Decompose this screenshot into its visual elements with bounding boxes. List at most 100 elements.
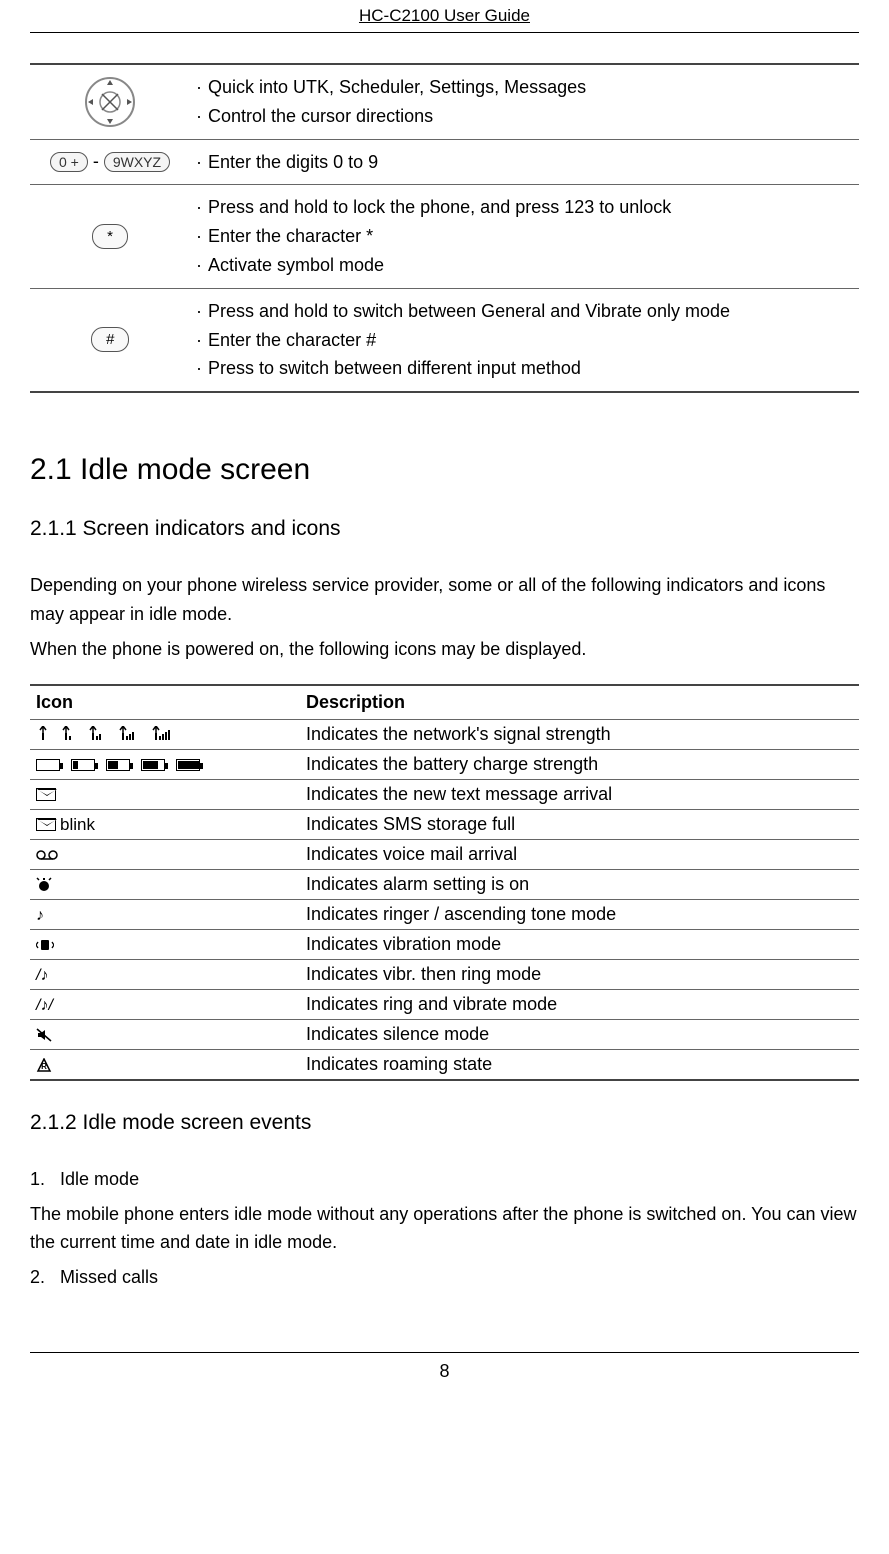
icon-desc: Indicates ringer / ascending tone mode: [300, 899, 859, 929]
section-heading: 2.1 Idle mode screen: [30, 453, 859, 487]
battery-icon-0: [36, 759, 60, 771]
battery-icon-1: [71, 759, 95, 771]
table-row: Indicates vibration mode: [30, 929, 859, 959]
page-header: HC-C2100 User Guide: [30, 0, 859, 33]
alarm-icon-cell: [30, 869, 300, 899]
envelope-icon: [36, 788, 56, 801]
key-desc-line: Press to switch between different input …: [208, 358, 581, 378]
table-row: ♪ Indicates ringer / ascending tone mode: [30, 899, 859, 929]
silence-icon-cell: [30, 1019, 300, 1049]
table-row: /♪ Indicates vibr. then ring mode: [30, 959, 859, 989]
key-desc: ·Quick into UTK, Scheduler, Settings, Me…: [190, 64, 859, 139]
table-row: blink Indicates SMS storage full: [30, 809, 859, 839]
body-paragraph: Depending on your phone wireless service…: [30, 571, 859, 629]
key-desc-line: Activate symbol mode: [208, 255, 384, 275]
key-desc: ·Press and hold to lock the phone, and p…: [190, 185, 859, 288]
vibr-then-ring-icon-cell: /♪: [30, 959, 300, 989]
subsection-heading: 2.1.2 Idle mode screen events: [30, 1111, 859, 1135]
table-row: 0 + - 9WXYZ ·Enter the digits 0 to 9: [30, 139, 859, 185]
battery-icon-2: [106, 759, 130, 771]
table-row: Indicates silence mode: [30, 1019, 859, 1049]
table-row: Indicates voice mail arrival: [30, 839, 859, 869]
key-desc: ·Press and hold to switch between Genera…: [190, 288, 859, 392]
ringer-icon-cell: ♪: [30, 899, 300, 929]
icon-desc: Indicates voice mail arrival: [300, 839, 859, 869]
music-note-icon: ♪: [36, 907, 44, 925]
nine-key-icon: 9WXYZ: [104, 152, 170, 172]
hash-key-icon: #: [91, 327, 129, 352]
list-number: 2.: [30, 1267, 45, 1287]
dash-separator: -: [93, 151, 99, 171]
icon-description-table: Icon Description Indicates the network's…: [30, 684, 859, 1081]
icon-desc: Indicates alarm setting is on: [300, 869, 859, 899]
icon-desc: Indicates silence mode: [300, 1019, 859, 1049]
key-desc-line: Press and hold to lock the phone, and pr…: [208, 197, 671, 217]
star-key-icon: *: [92, 224, 128, 249]
table-row: R Indicates roaming state: [30, 1049, 859, 1080]
icon-desc: Indicates the network's signal strength: [300, 719, 859, 749]
sms-full-icon-cell: blink: [30, 809, 300, 839]
battery-icon-4: [176, 759, 200, 771]
key-cell-star: *: [30, 185, 190, 288]
ring-and-vibrate-icon-cell: /♪/: [30, 989, 300, 1019]
envelope-icon: [36, 818, 56, 831]
signal-icon-2: [88, 724, 107, 745]
battery-icon-cell: [30, 749, 300, 779]
signal-icon-0: [36, 724, 50, 745]
table-row: /♪/ Indicates ring and vibrate mode: [30, 989, 859, 1019]
list-item: 2. Missed calls: [30, 1263, 859, 1292]
list-title: Missed calls: [60, 1267, 158, 1287]
signal-icon-3: [118, 724, 140, 745]
icon-desc: Indicates SMS storage full: [300, 809, 859, 839]
icon-desc: Indicates the new text message arrival: [300, 779, 859, 809]
list-title: Idle mode: [60, 1169, 139, 1189]
signal-icon-cell: [30, 719, 300, 749]
icon-desc: Indicates roaming state: [300, 1049, 859, 1080]
body-paragraph: When the phone is powered on, the follow…: [30, 635, 859, 664]
icon-desc: Indicates vibr. then ring mode: [300, 959, 859, 989]
dpad-icon: [82, 91, 138, 111]
blink-label: blink: [60, 815, 95, 834]
signal-icon-4: [151, 724, 176, 745]
list-item: 1. Idle mode: [30, 1165, 859, 1194]
key-desc-line: Enter the digits 0 to 9: [208, 152, 378, 172]
key-desc-line: Enter the character *: [208, 226, 373, 246]
key-desc-line: Enter the character #: [208, 330, 376, 350]
voicemail-icon: [36, 844, 58, 864]
silence-icon: [36, 1024, 52, 1044]
key-desc-line: Control the cursor directions: [208, 106, 433, 126]
voicemail-icon-cell: [30, 839, 300, 869]
vibration-icon: [36, 934, 54, 954]
table-row: # ·Press and hold to switch between Gene…: [30, 288, 859, 392]
icon-desc: Indicates the battery charge strength: [300, 749, 859, 779]
icon-desc: Indicates ring and vibrate mode: [300, 989, 859, 1019]
roaming-icon: R: [36, 1054, 52, 1074]
zero-key-icon: 0 +: [50, 152, 88, 172]
svg-text:R: R: [41, 1062, 47, 1071]
table-header-icon: Icon: [30, 685, 300, 720]
key-desc: ·Enter the digits 0 to 9: [190, 139, 859, 185]
key-cell-dpad: [30, 64, 190, 139]
body-paragraph: The mobile phone enters idle mode withou…: [30, 1200, 859, 1258]
table-row: ·Quick into UTK, Scheduler, Settings, Me…: [30, 64, 859, 139]
table-header-row: Icon Description: [30, 685, 859, 720]
table-row: Indicates the new text message arrival: [30, 779, 859, 809]
roaming-icon-cell: R: [30, 1049, 300, 1080]
page-number: 8: [30, 1352, 859, 1382]
key-cell-numbers: 0 + - 9WXYZ: [30, 139, 190, 185]
vibration-icon-cell: [30, 929, 300, 959]
key-desc-line: Press and hold to switch between General…: [208, 301, 730, 321]
icon-desc: Indicates vibration mode: [300, 929, 859, 959]
vibr-then-ring-icon: /♪: [36, 967, 48, 984]
ring-and-vibrate-icon: /♪/: [36, 997, 53, 1014]
table-header-desc: Description: [300, 685, 859, 720]
key-cell-hash: #: [30, 288, 190, 392]
table-row: Indicates alarm setting is on: [30, 869, 859, 899]
table-row: Indicates the network's signal strength: [30, 719, 859, 749]
alarm-icon: [36, 874, 52, 894]
table-row: Indicates the battery charge strength: [30, 749, 859, 779]
subsection-heading: 2.1.1 Screen indicators and icons: [30, 517, 859, 541]
list-number: 1.: [30, 1169, 45, 1189]
key-desc-line: Quick into UTK, Scheduler, Settings, Mes…: [208, 77, 586, 97]
table-row: * ·Press and hold to lock the phone, and…: [30, 185, 859, 288]
